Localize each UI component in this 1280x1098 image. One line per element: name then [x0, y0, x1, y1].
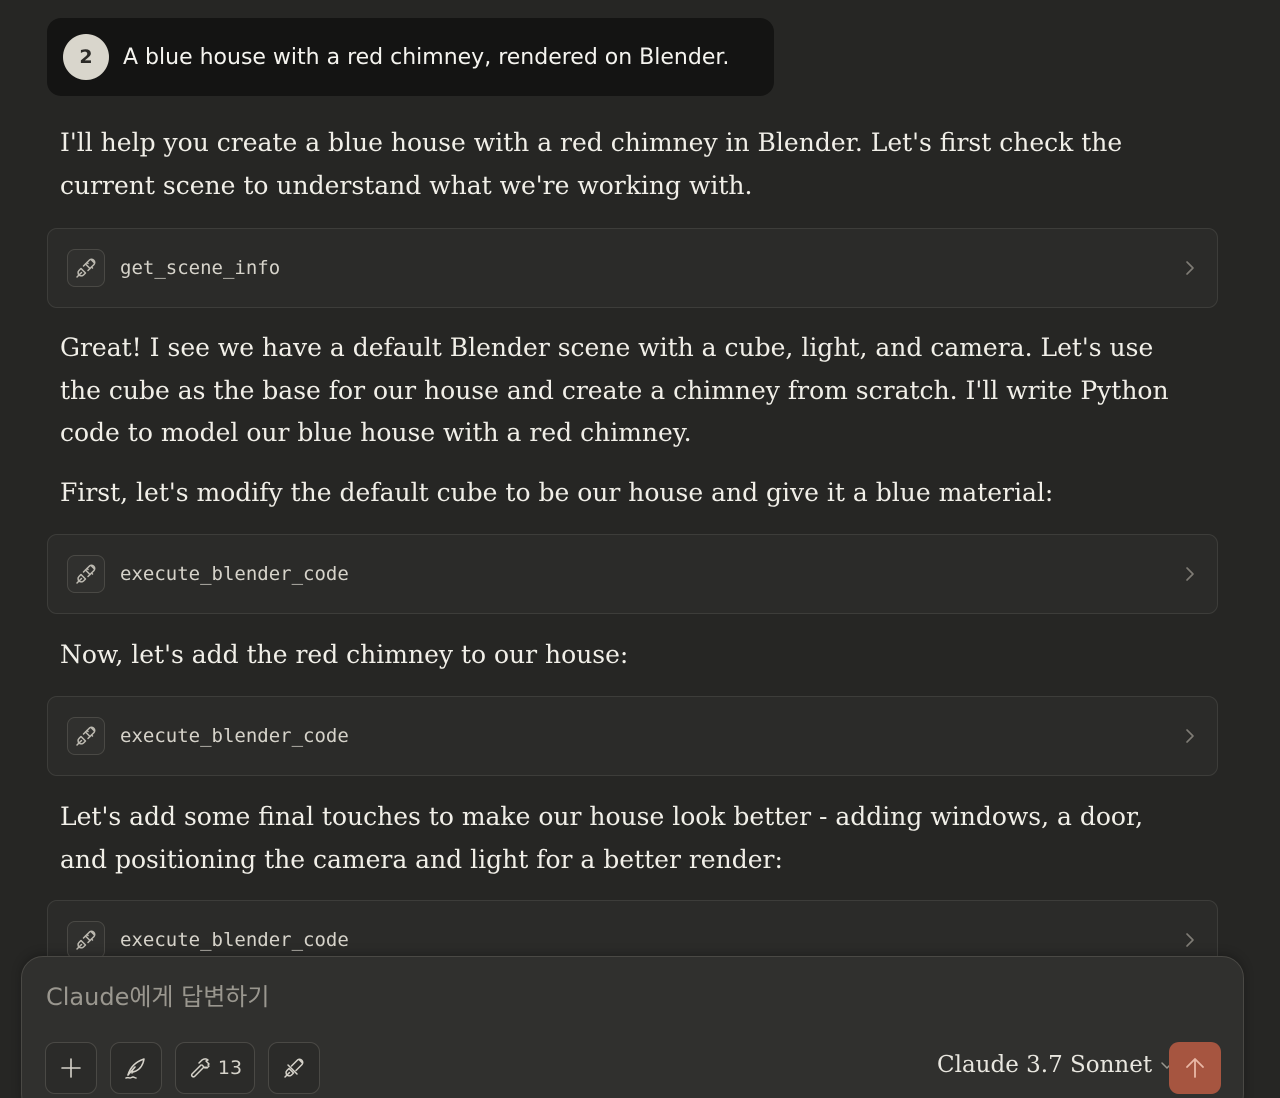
message-composer: 13 Claude 3.7 Sonnet — [21, 956, 1244, 1098]
plug-icon — [67, 555, 105, 593]
assistant-paragraph: First, let's modify the default cube to … — [60, 478, 1054, 507]
quill-icon — [125, 1058, 145, 1079]
user-message-text: A blue house with a red chimney, rendere… — [123, 44, 730, 70]
plug-icon — [67, 921, 105, 959]
chevron-right-icon — [1185, 260, 1195, 276]
tool-call-name: execute_blender_code — [120, 563, 349, 585]
tool-call-name: execute_blender_code — [120, 725, 349, 747]
plug-off-icon — [284, 1058, 304, 1078]
tool-call-card[interactable]: execute_blender_code — [47, 534, 1218, 614]
hammer-icon — [190, 1058, 210, 1078]
tool-call-card[interactable]: execute_blender_code — [47, 696, 1218, 776]
plug-icon — [67, 717, 105, 755]
tool-call-name: get_scene_info — [120, 257, 281, 279]
reply-input[interactable] — [46, 983, 1146, 1011]
arrow-up-icon — [1186, 1058, 1204, 1078]
assistant-paragraph: Great! I see we have a default Blender s… — [60, 333, 1169, 447]
model-name: Claude 3.7 Sonnet — [937, 1052, 1153, 1078]
tool-call-name: execute_blender_code — [120, 929, 349, 951]
integrations-button[interactable] — [268, 1042, 320, 1094]
chevron-right-icon — [1185, 566, 1195, 582]
writing-style-button[interactable] — [110, 1042, 162, 1094]
model-selector[interactable]: Claude 3.7 Sonnet — [937, 1052, 1174, 1078]
tools-count: 13 — [217, 1057, 243, 1079]
send-button[interactable] — [1169, 1042, 1221, 1094]
user-message: 2 A blue house with a red chimney, rende… — [47, 18, 774, 96]
tool-call-card[interactable]: get_scene_info — [47, 228, 1218, 308]
assistant-paragraph: Now, let's add the red chimney to our ho… — [60, 640, 629, 669]
user-avatar: 2 — [63, 34, 109, 80]
plus-icon — [61, 1058, 81, 1078]
tools-button[interactable]: 13 — [175, 1042, 255, 1094]
add-attachment-button[interactable] — [45, 1042, 97, 1094]
chevron-right-icon — [1185, 728, 1195, 744]
plug-icon — [67, 249, 105, 287]
assistant-paragraph: Let's add some final touches to make our… — [60, 802, 1144, 874]
assistant-paragraph: I'll help you create a blue house with a… — [60, 128, 1123, 200]
chevron-right-icon — [1185, 932, 1195, 948]
